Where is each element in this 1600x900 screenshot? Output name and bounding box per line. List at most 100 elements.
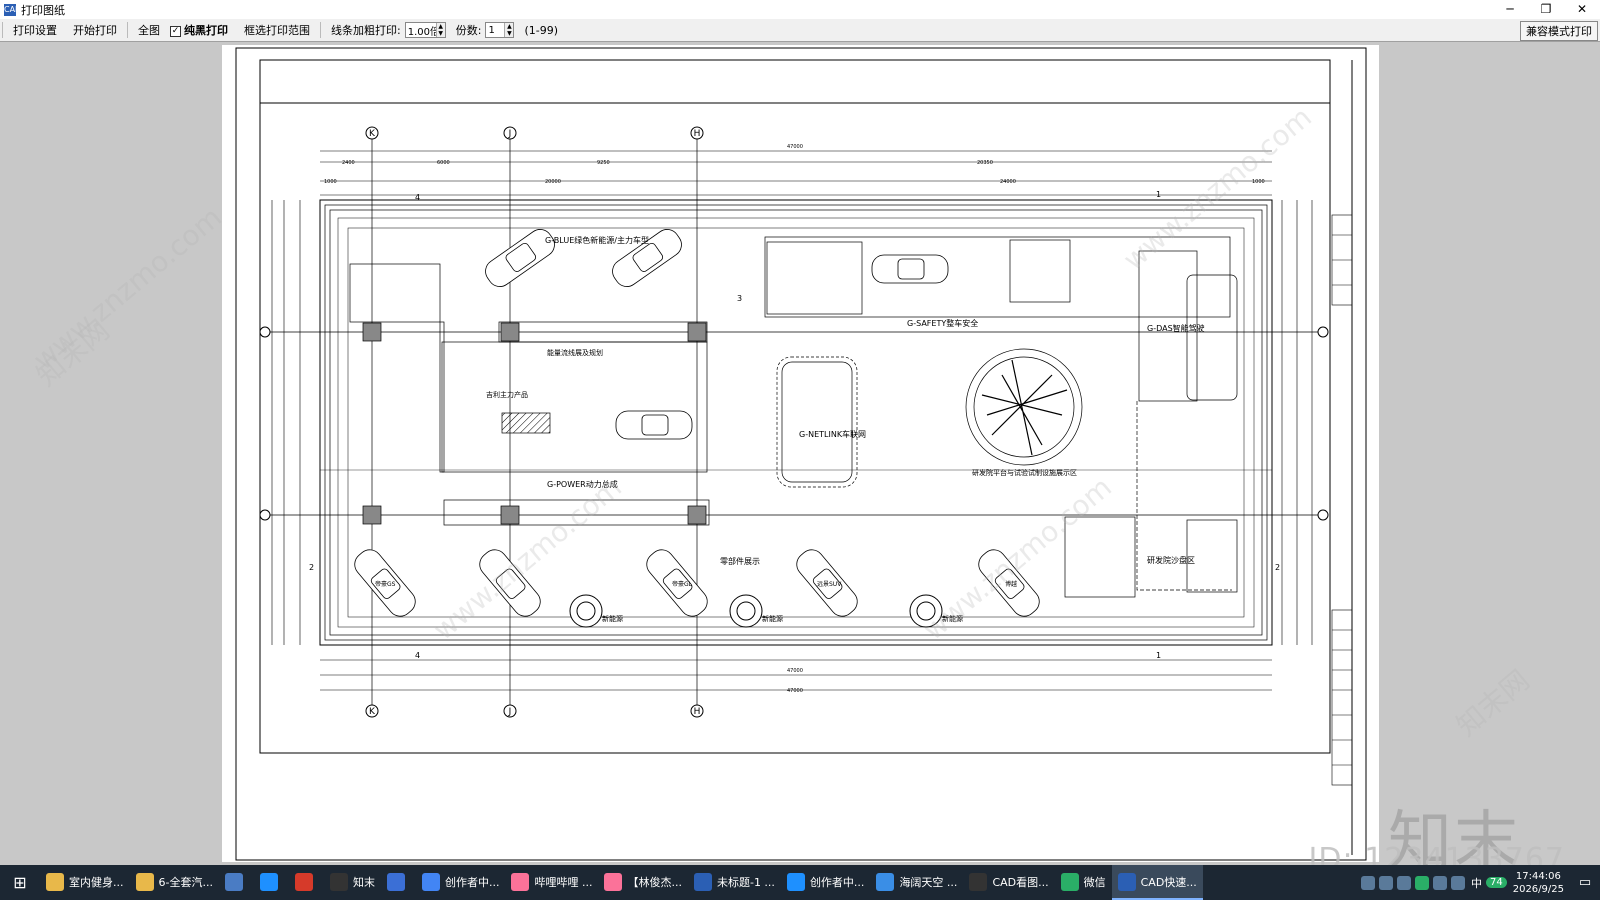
taskbar-item-label: 微信 bbox=[1083, 875, 1106, 889]
svg-text:24000: 24000 bbox=[1000, 179, 1016, 185]
spinner-arrows-icon[interactable]: ▲ ▼ bbox=[435, 23, 445, 37]
line-weight-spinner[interactable]: ▲▼ bbox=[404, 22, 446, 38]
copies-label: 份数: bbox=[455, 24, 482, 37]
app-icon bbox=[604, 872, 623, 891]
clock-date: 2026/9/25 bbox=[1512, 883, 1564, 895]
title-bar: CAD 打印图纸 ─ ❐ ✕ bbox=[0, 0, 1600, 19]
svg-text:G-DAS智能驾驶: G-DAS智能驾驶 bbox=[1147, 323, 1205, 333]
taskbar-item[interactable]: CAD看图... bbox=[963, 865, 1054, 900]
svg-text:47000: 47000 bbox=[787, 668, 803, 674]
app-icon bbox=[511, 872, 530, 891]
select-range-button[interactable]: 框选打印范围 bbox=[236, 22, 318, 38]
taskbar: ⊞ 室内健身... 6-全套汽... 知末 创作者中... 哔哩哔哩 ... 【林俊杰..… bbox=[0, 865, 1600, 900]
compat-print-button[interactable]: 兼容模式打印 bbox=[1520, 21, 1598, 41]
svg-text:1000: 1000 bbox=[1252, 179, 1265, 185]
svg-text:1: 1 bbox=[1156, 651, 1161, 660]
tray-icon[interactable] bbox=[1360, 875, 1375, 890]
sheet-inner-frame bbox=[259, 59, 1331, 754]
svg-text:远景SUV: 远景SUV bbox=[817, 580, 842, 588]
taskbar-item[interactable]: 室内健身... bbox=[40, 865, 130, 900]
svg-text:20350: 20350 bbox=[977, 160, 993, 166]
taskbar-item[interactable]: 【林俊杰... bbox=[598, 865, 688, 900]
sheet-outer-frame bbox=[235, 47, 1367, 861]
windows-start-icon[interactable]: ⊞ bbox=[0, 865, 40, 900]
restore-icon[interactable]: ❐ bbox=[1528, 0, 1564, 19]
pure-black-label: 纯黑打印 bbox=[184, 24, 228, 37]
spinner-arrows-icon[interactable]: ▲ ▼ bbox=[504, 23, 514, 37]
svg-text:新能源: 新能源 bbox=[762, 614, 783, 623]
taskbar-item-label: CAD快速... bbox=[1140, 875, 1197, 889]
app-icon bbox=[1060, 872, 1079, 891]
svg-text:4: 4 bbox=[415, 193, 420, 202]
svg-text:6000: 6000 bbox=[437, 160, 450, 166]
tray-icon[interactable] bbox=[1396, 875, 1411, 890]
taskbar-item[interactable]: 知末 bbox=[324, 865, 381, 900]
drawing-sheet: K J H K J H 2400 6000 9250 20350 47000 1… bbox=[222, 45, 1379, 862]
network-icon[interactable] bbox=[1432, 875, 1447, 890]
toolbar-grip bbox=[2, 22, 3, 38]
notification-icon[interactable]: ▭ bbox=[1570, 875, 1600, 890]
start-print-button[interactable]: 开始打印 bbox=[65, 22, 125, 38]
app-icon: CAD bbox=[4, 3, 22, 16]
taskbar-item-label: 室内健身... bbox=[69, 875, 124, 889]
svg-text:研发院沙盘区: 研发院沙盘区 bbox=[1147, 555, 1195, 565]
taskbar-item-label: 创作者中... bbox=[809, 875, 865, 889]
volume-icon[interactable] bbox=[1450, 875, 1465, 890]
taskbar-item[interactable] bbox=[254, 865, 289, 900]
line-weight-input[interactable] bbox=[405, 23, 436, 37]
taskbar-item[interactable] bbox=[219, 865, 254, 900]
taskbar-item[interactable]: CAD快速... bbox=[1111, 865, 1203, 900]
svg-text:20000: 20000 bbox=[545, 179, 561, 185]
svg-text:2: 2 bbox=[1275, 563, 1280, 572]
svg-text:G-NETLINK车联网: G-NETLINK车联网 bbox=[799, 429, 866, 439]
taskbar-item[interactable]: 微信 bbox=[1055, 865, 1112, 900]
app-icon bbox=[259, 872, 278, 891]
taskbar-item[interactable]: 创作者中... bbox=[416, 865, 506, 900]
clock[interactable]: 17:44:06 2026/9/25 bbox=[1513, 870, 1564, 896]
taskbar-item-label: 未标题-1 ... bbox=[716, 875, 775, 889]
taskbar-item[interactable]: 未标题-1 ... bbox=[688, 865, 781, 900]
svg-text:3: 3 bbox=[737, 294, 742, 303]
system-tray: 中 74 17:44:06 2026/9/25 ▭ bbox=[1359, 865, 1600, 900]
svg-text:G-SAFETY整车安全: G-SAFETY整车安全 bbox=[907, 318, 978, 328]
taskbar-item[interactable] bbox=[289, 865, 324, 900]
tray-icon[interactable] bbox=[1378, 875, 1393, 890]
print-settings-button[interactable]: 打印设置 bbox=[5, 22, 65, 38]
taskbar-item[interactable]: 哔哩哔哩 ... bbox=[505, 865, 598, 900]
taskbar-item[interactable]: 6-全套汽... bbox=[130, 865, 219, 900]
app-icon bbox=[46, 872, 64, 891]
app-icon bbox=[876, 872, 895, 891]
copies-spinner[interactable]: ▲▼ bbox=[485, 22, 515, 38]
clock-time: 17:44:06 bbox=[1515, 870, 1561, 882]
svg-text:47000: 47000 bbox=[787, 688, 803, 694]
pure-black-checkbox[interactable]: ✓ bbox=[170, 25, 181, 37]
svg-text:新能源: 新能源 bbox=[602, 614, 623, 623]
wechat-tray-icon[interactable] bbox=[1414, 875, 1429, 890]
app-icon bbox=[386, 872, 405, 891]
app-icon bbox=[421, 872, 440, 891]
close-icon[interactable]: ✕ bbox=[1564, 0, 1600, 19]
pure-black-toggle[interactable]: ✓ 纯黑打印 bbox=[168, 22, 236, 38]
svg-text:1: 1 bbox=[1156, 190, 1161, 199]
svg-text:能量流线展及规划: 能量流线展及规划 bbox=[547, 348, 603, 357]
svg-text:零部件展示: 零部件展示 bbox=[720, 556, 760, 566]
minimize-icon[interactable]: ─ bbox=[1492, 0, 1528, 19]
svg-text:1000: 1000 bbox=[324, 179, 337, 185]
copies-input[interactable] bbox=[486, 23, 505, 37]
tires bbox=[569, 594, 943, 628]
app-icon bbox=[786, 872, 805, 891]
booths bbox=[349, 236, 1238, 598]
task-list: 室内健身... 6-全套汽... 知末 创作者中... 哔哩哔哩 ... 【林俊杰... 未… bbox=[40, 865, 1203, 900]
taskbar-item-label: 【林俊杰... bbox=[627, 875, 682, 889]
print-preview-area[interactable]: K J H K J H 2400 6000 9250 20350 47000 1… bbox=[0, 42, 1600, 865]
taskbar-item[interactable] bbox=[381, 865, 416, 900]
taskbar-item[interactable]: 海阔天空 ... bbox=[870, 865, 963, 900]
taskbar-item[interactable]: 创作者中... bbox=[781, 865, 871, 900]
taskbar-item-label: 6-全套汽... bbox=[158, 875, 213, 889]
app-icon bbox=[224, 872, 243, 891]
copies-range-hint: (1-99) bbox=[524, 23, 558, 37]
ime-indicator[interactable]: 中 bbox=[1471, 875, 1482, 891]
full-view-button[interactable]: 全图 bbox=[130, 22, 168, 38]
toolbar: 打印设置 开始打印 全图 ✓纯黑打印 框选打印范围 线条加粗打印: ▲▼ 份数:… bbox=[0, 19, 1600, 42]
svg-text:H: H bbox=[694, 707, 701, 717]
